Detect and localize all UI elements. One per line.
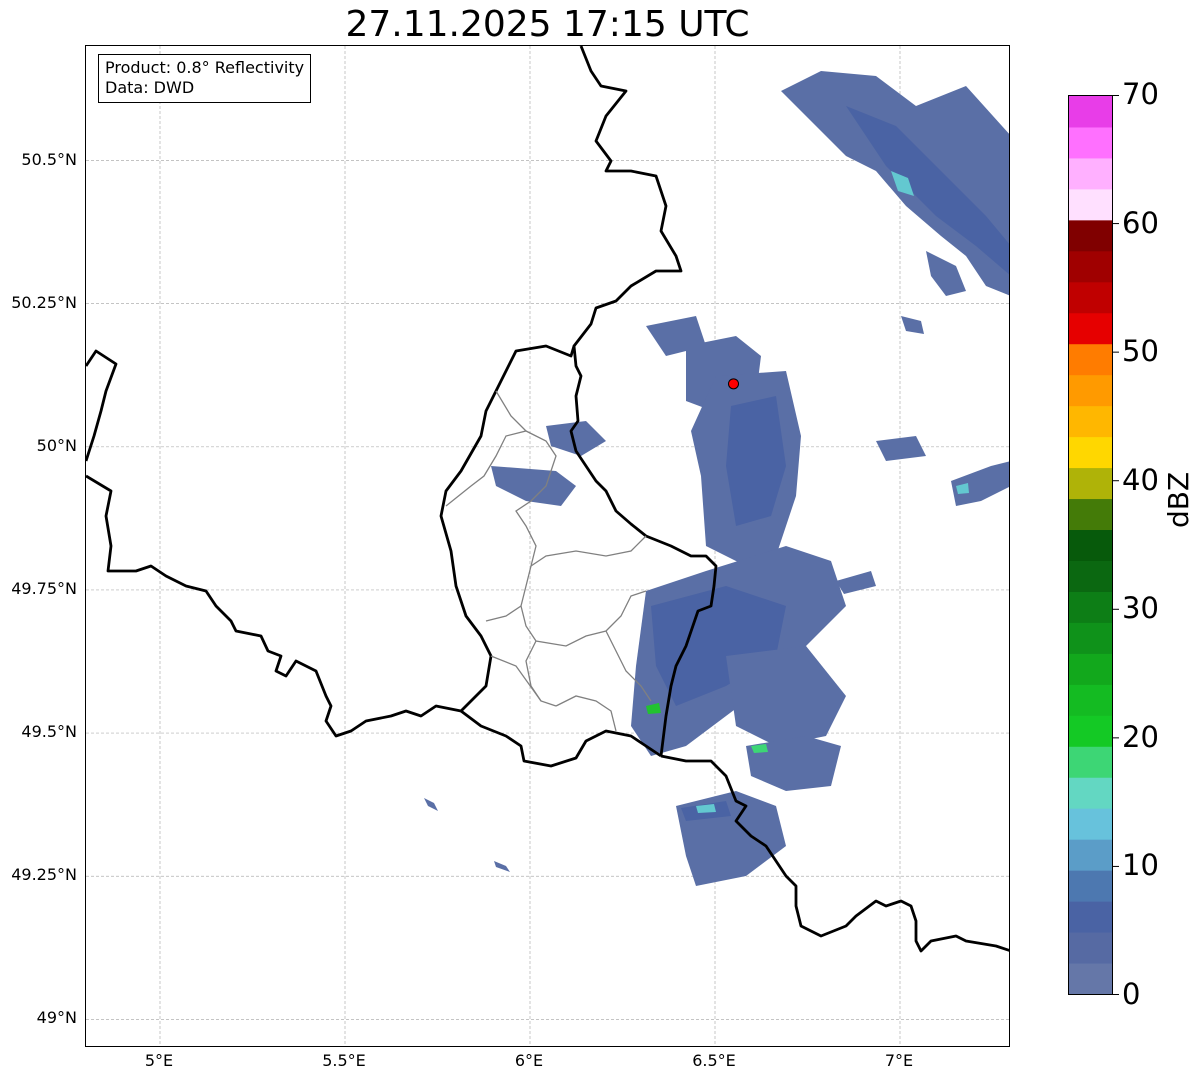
echo-cell <box>676 791 786 886</box>
echo-cell <box>494 861 510 872</box>
echo-cell <box>746 736 841 791</box>
colorbar-swatch <box>1069 281 1112 314</box>
colorbar-swatch <box>1069 250 1112 283</box>
echo-cell <box>491 466 576 506</box>
colorbar-swatch <box>1069 622 1112 654</box>
admin-line <box>495 390 527 432</box>
longitude-tick-label: 5°E <box>144 1051 174 1070</box>
longitude-tick-label: 5.5°E <box>322 1051 366 1070</box>
colorbar-tick-label: 50 <box>1122 334 1159 369</box>
colorbar-ticks <box>1112 95 1119 995</box>
latitude-tick-label: 49.75°N <box>11 578 77 598</box>
colorbar-tick-label: 60 <box>1122 205 1159 240</box>
colorbar-tick-label: 70 <box>1122 77 1159 111</box>
radar-echo-layer <box>424 71 1009 886</box>
echo-cell <box>926 251 966 296</box>
colorbar-swatch <box>1069 157 1112 190</box>
admin-line <box>530 535 647 567</box>
product-label: Product: 0.8° Reflectivity <box>105 58 305 77</box>
colorbar-swatch <box>1069 715 1112 747</box>
colorbar-swatch <box>1069 188 1112 221</box>
colorbar-tick-label: 20 <box>1122 719 1159 754</box>
colorbar <box>1068 95 1113 995</box>
colorbar-tick-label: 40 <box>1122 462 1159 497</box>
echo-cell <box>424 798 438 811</box>
colorbar-swatch <box>1069 529 1112 561</box>
radar-map[interactable] <box>85 45 1010 1047</box>
colorbar-swatch <box>1069 312 1112 345</box>
echo-cell <box>876 436 926 461</box>
longitude-tick-label: 6°E <box>514 1051 544 1070</box>
data-source-label: Data: DWD <box>105 78 195 97</box>
colorbar-swatch <box>1069 839 1112 871</box>
colorbar-swatch <box>1069 746 1112 778</box>
latitude-tick-label: 50.25°N <box>11 292 77 312</box>
colorbar-swatch <box>1069 126 1112 159</box>
colorbar-swatch <box>1069 374 1112 407</box>
colorbar-tick-label: 10 <box>1122 848 1159 883</box>
colorbar-swatch <box>1069 436 1112 469</box>
colorbar-swatch <box>1069 591 1112 623</box>
admin-line <box>485 605 522 622</box>
colorbar-swatch <box>1069 96 1112 128</box>
map-title: 27.11.2025 17:15 UTC <box>345 4 750 45</box>
border-line <box>460 709 662 768</box>
colorbar-swatch <box>1069 870 1112 902</box>
colorbar-swatch <box>1069 560 1112 592</box>
latitude-tick-label: 50°N <box>36 435 77 455</box>
radar-site-marker <box>728 378 739 390</box>
colorbar-swatch <box>1069 467 1112 500</box>
colorbar-swatch <box>1069 777 1112 809</box>
longitude-tick-label: 7°E <box>884 1051 914 1070</box>
admin-line <box>525 640 557 707</box>
colorbar-swatch <box>1069 932 1112 964</box>
product-info-box: Product: 0.8° Reflectivity Data: DWD <box>98 54 312 103</box>
admin-line <box>490 655 542 702</box>
echo-cell <box>951 461 1009 506</box>
colorbar-swatch <box>1069 219 1112 252</box>
latitude-tick-label: 49.5°N <box>21 722 77 742</box>
colorbar-swatch <box>1069 405 1112 438</box>
admin-line <box>520 565 647 647</box>
longitude-tick-label: 6.5°E <box>692 1051 736 1070</box>
colorbar-swatches <box>1069 96 1112 994</box>
latitude-tick-label: 49.25°N <box>11 865 77 885</box>
border-line <box>86 474 462 738</box>
colorbar-swatch <box>1069 684 1112 716</box>
colorbar-label: dBZ <box>1162 471 1195 528</box>
colorbar-swatch <box>1069 901 1112 933</box>
radar-site-dot <box>728 378 739 390</box>
colorbar-swatch <box>1069 653 1112 685</box>
colorbar-tick-label: 0 <box>1122 977 1141 1011</box>
graticule <box>86 46 1009 1046</box>
colorbar-tick-label: 30 <box>1122 591 1159 626</box>
echo-cell <box>726 646 846 746</box>
border-line <box>86 349 118 462</box>
latitude-tick-label: 50.5°N <box>21 149 77 169</box>
colorbar-swatch <box>1069 343 1112 376</box>
colorbar-swatch <box>1069 808 1112 840</box>
echo-cell <box>836 571 876 594</box>
colorbar-swatch <box>1069 498 1112 531</box>
colorbar-swatch <box>1069 963 1112 994</box>
border-line <box>439 344 576 712</box>
admin-line <box>555 695 617 732</box>
latitude-tick-label: 49°N <box>36 1008 77 1028</box>
echo-cell <box>901 316 924 334</box>
map-canvas <box>86 46 1009 1046</box>
